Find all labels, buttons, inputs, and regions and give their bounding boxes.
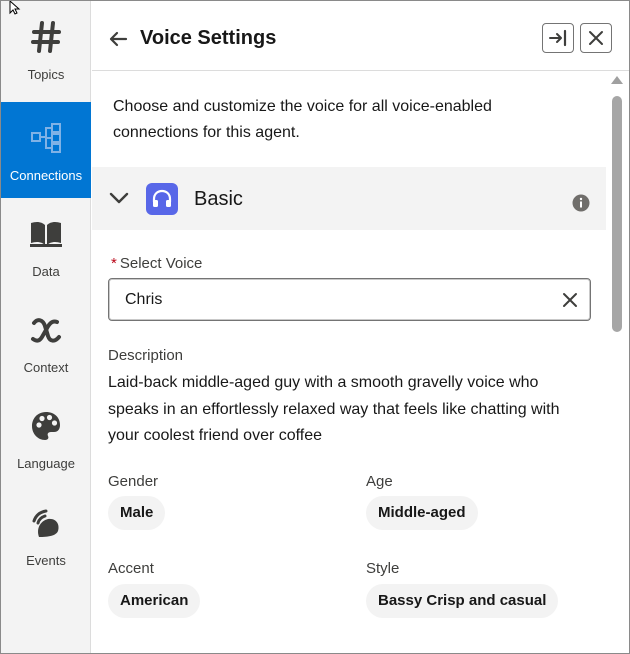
accent-badge: American — [108, 584, 201, 618]
headphones-icon — [146, 183, 178, 215]
section-title: Basic — [194, 188, 243, 210]
sidebar-item-label: Data — [32, 264, 60, 279]
sidebar-item-connections[interactable]: Connections — [1, 102, 91, 198]
gender-label: Gender — [108, 473, 159, 490]
sidebar-rail: Topics Connections Data Context Language — [1, 1, 91, 653]
scrollbar[interactable] — [606, 72, 629, 653]
sidebar-item-label: Connections — [9, 168, 83, 183]
sidebar-item-label: Context — [23, 360, 69, 375]
age-badge: Middle-aged — [366, 496, 478, 530]
app-frame: Topics Connections Data Context Language — [0, 0, 630, 654]
back-button[interactable] — [106, 27, 130, 51]
intro-text: Choose and customize the voice for all v… — [113, 98, 492, 141]
scroll-up-arrow-icon[interactable] — [611, 76, 623, 84]
panel-header: Voice Settings — [92, 1, 629, 71]
sidebar-item-data[interactable]: Data — [1, 198, 91, 294]
select-voice-label-text: Select Voice — [119, 255, 203, 272]
age-label: Age — [366, 473, 393, 490]
select-voice-label: * Select Voice — [111, 255, 202, 272]
style-badge: Bassy Crisp and casual — [366, 584, 559, 618]
dock-button[interactable] — [542, 23, 574, 53]
chevron-down-icon — [109, 192, 129, 204]
sidebar-item-events[interactable]: Events — [1, 487, 91, 583]
sidebar-item-label: Events — [26, 553, 66, 568]
close-button[interactable] — [580, 23, 612, 53]
voice-settings-panel: Voice Settings Choose and customize the … — [92, 1, 629, 653]
sidebar-item-label: Language — [17, 456, 75, 471]
info-icon[interactable] — [572, 194, 590, 212]
signal-icon — [28, 505, 64, 541]
gender-badge: Male — [108, 496, 166, 530]
dock-right-icon — [549, 29, 567, 47]
arrow-left-icon — [109, 31, 128, 47]
sidebar-item-context[interactable]: Context — [1, 294, 91, 390]
close-icon — [589, 31, 603, 45]
clear-selection-button[interactable] — [560, 290, 580, 310]
sidebar-item-topics[interactable]: Topics — [1, 1, 91, 97]
connections-icon — [28, 120, 64, 156]
style-label: Style — [366, 560, 400, 577]
select-voice-value: Chris — [125, 291, 163, 308]
description-label: Description — [108, 347, 184, 364]
sidebar-item-label: Topics — [27, 67, 65, 82]
description-text: Laid-back middle-aged guy with a smooth … — [108, 374, 560, 444]
scrollbar-thumb[interactable] — [612, 96, 622, 332]
page-title: Voice Settings — [140, 27, 277, 49]
variable-x-icon — [28, 312, 64, 348]
select-voice-combobox[interactable]: Chris — [108, 278, 591, 321]
sidebar-item-language[interactable]: Language — [1, 390, 91, 486]
close-icon — [563, 293, 577, 307]
palette-icon — [28, 408, 64, 444]
required-mark: * — [111, 255, 117, 272]
section-basic-toggle[interactable]: Basic — [92, 167, 608, 230]
mouse-cursor-icon — [9, 1, 21, 15]
book-icon — [28, 216, 64, 252]
panel-content: Choose and customize the voice for all v… — [92, 72, 612, 653]
hash-icon — [28, 19, 64, 55]
accent-label: Accent — [108, 560, 154, 577]
